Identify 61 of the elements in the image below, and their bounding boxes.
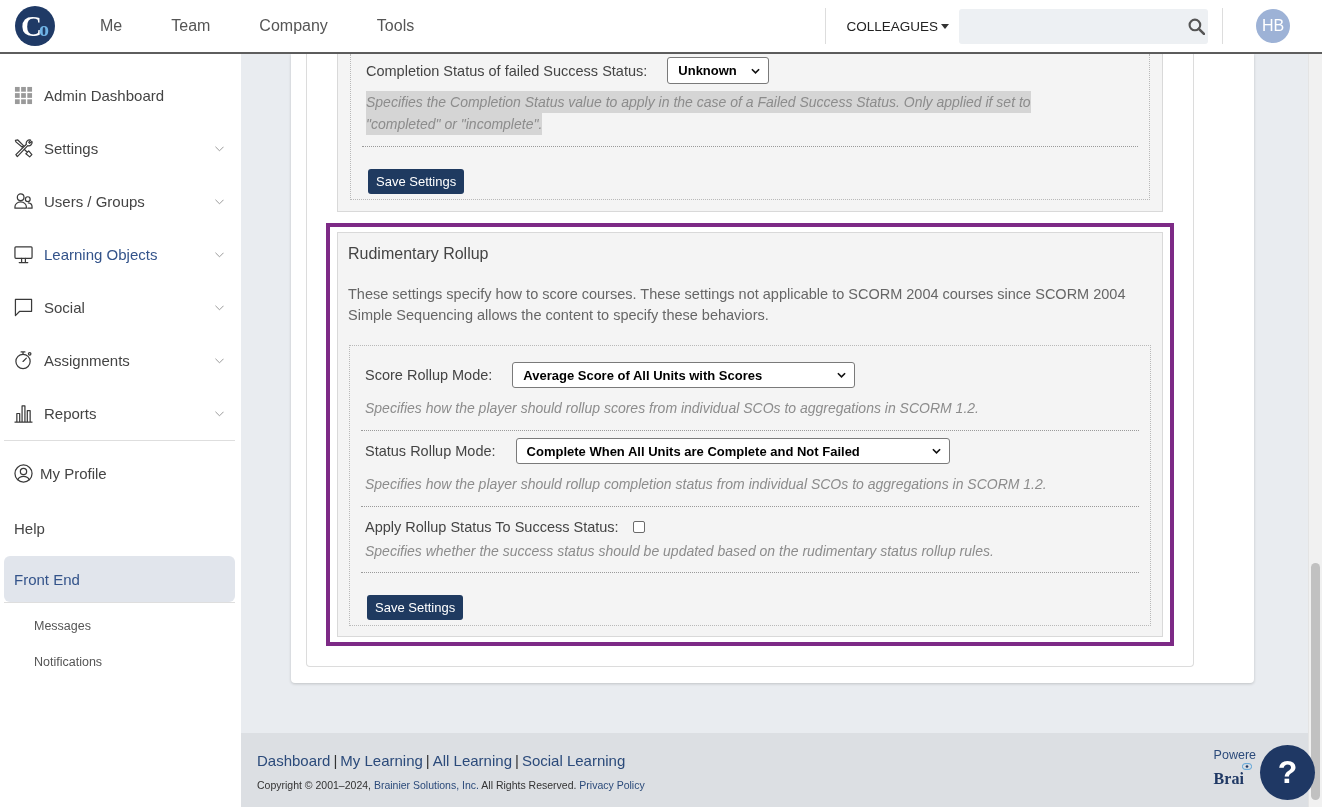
save-settings-button[interactable]: Save Settings [367, 595, 464, 620]
footer-link[interactable]: Social Learning [521, 752, 626, 769]
sidebar-item[interactable]: Notifications [0, 644, 241, 680]
dropdown[interactable]: Average Score of All Units with Scores [512, 362, 856, 388]
sidebar-item[interactable]: Learning Objects [0, 228, 241, 281]
sidebar-item[interactable]: Admin Dashboard [0, 69, 241, 122]
privacy-policy-link[interactable]: Privacy Policy [579, 779, 645, 791]
scrollbar-thumb[interactable] [1311, 563, 1320, 800]
chat-bubble-icon [14, 298, 33, 317]
footer-link[interactable]: Dashboard [257, 752, 331, 769]
link-separator: | [425, 752, 430, 769]
link-separator: | [514, 752, 519, 769]
sidebar-item[interactable]: Messages [0, 608, 241, 644]
footer-link[interactable]: My Learning [340, 752, 423, 769]
section-description: These settings specify how to score courses. These settings not applicable to SCORM 2004 courses since SCORM 2004 Simple Sequencing allows the content to specify these behaviors. [347, 285, 1127, 325]
sidebar-item[interactable]: My Profile [0, 446, 241, 501]
dropdown[interactable]: Unknown [667, 57, 770, 84]
nav-link[interactable]: Team [171, 17, 211, 35]
sidebar-item[interactable]: Users / Groups [0, 175, 241, 228]
nav-link[interactable]: Me [100, 17, 123, 35]
colleagues-menu[interactable]: COLLEAGUES [846, 18, 949, 34]
nav-link[interactable]: Tools [376, 17, 415, 35]
copyright-text: Copyright © 2001–2024, Brainier Solutions, Inc. All Rights Reserved. Privacy Policy [257, 778, 645, 793]
monitor-icon [14, 245, 33, 264]
help-text: Specifies how the player should rollup scores from individual SCOs to aggregations in SCORM 1.2. [365, 399, 979, 418]
search-icon [1188, 17, 1205, 35]
help-text: Specifies whether the success status should be updated based on the rudimentary status rollup rules. [365, 542, 994, 561]
field-label: Apply Rollup Status To Success Status: [365, 519, 619, 535]
tools-icon [14, 139, 33, 158]
footer-link[interactable]: All Learning [432, 752, 512, 769]
checkbox[interactable] [632, 521, 645, 533]
save-settings-button[interactable]: Save Settings [368, 169, 465, 194]
field-label: Completion Status of failed Success Status: [366, 62, 648, 79]
powered-by-text: Powere [1213, 748, 1256, 762]
dropdown[interactable]: Complete When All Units are Complete and Not Failed [515, 438, 950, 464]
field-label: Status Rollup Mode: [365, 443, 496, 459]
bar-chart-icon [14, 404, 33, 423]
chevron-down-icon [931, 448, 941, 454]
sidebar-item[interactable]: Front End [4, 556, 235, 602]
caret-down-icon [941, 23, 949, 29]
chevron-down-icon [837, 372, 847, 378]
sidebar-item[interactable]: Help [0, 501, 241, 556]
sidebar-item[interactable]: Reports [0, 387, 241, 440]
grid-icon [14, 86, 33, 105]
logo[interactable]: Co [15, 6, 55, 46]
chevron-down-icon [751, 67, 761, 74]
sidebar-item[interactable]: Assignments [0, 334, 241, 387]
stopwatch-icon [14, 351, 33, 370]
link-separator: | [333, 752, 338, 769]
search-field[interactable] [959, 8, 1208, 44]
sidebar-item[interactable]: Settings [0, 122, 241, 175]
section-title: Rudimentary Rollup [347, 244, 490, 264]
eye-icon [1241, 763, 1252, 770]
brand-name: Brai [1213, 770, 1244, 787]
copyright-holder-link[interactable]: Brainier Solutions, Inc. [373, 779, 479, 791]
user-circle-icon [14, 464, 33, 483]
field-label: Score Rollup Mode: [365, 367, 493, 383]
sidebar-item[interactable]: Social [0, 281, 241, 334]
help-text: Specifies how the player should rollup completion status from individual SCOs to aggregations in SCORM 1.2. [365, 475, 1047, 494]
nav-link[interactable]: Company [259, 17, 328, 35]
users-icon [14, 192, 33, 211]
